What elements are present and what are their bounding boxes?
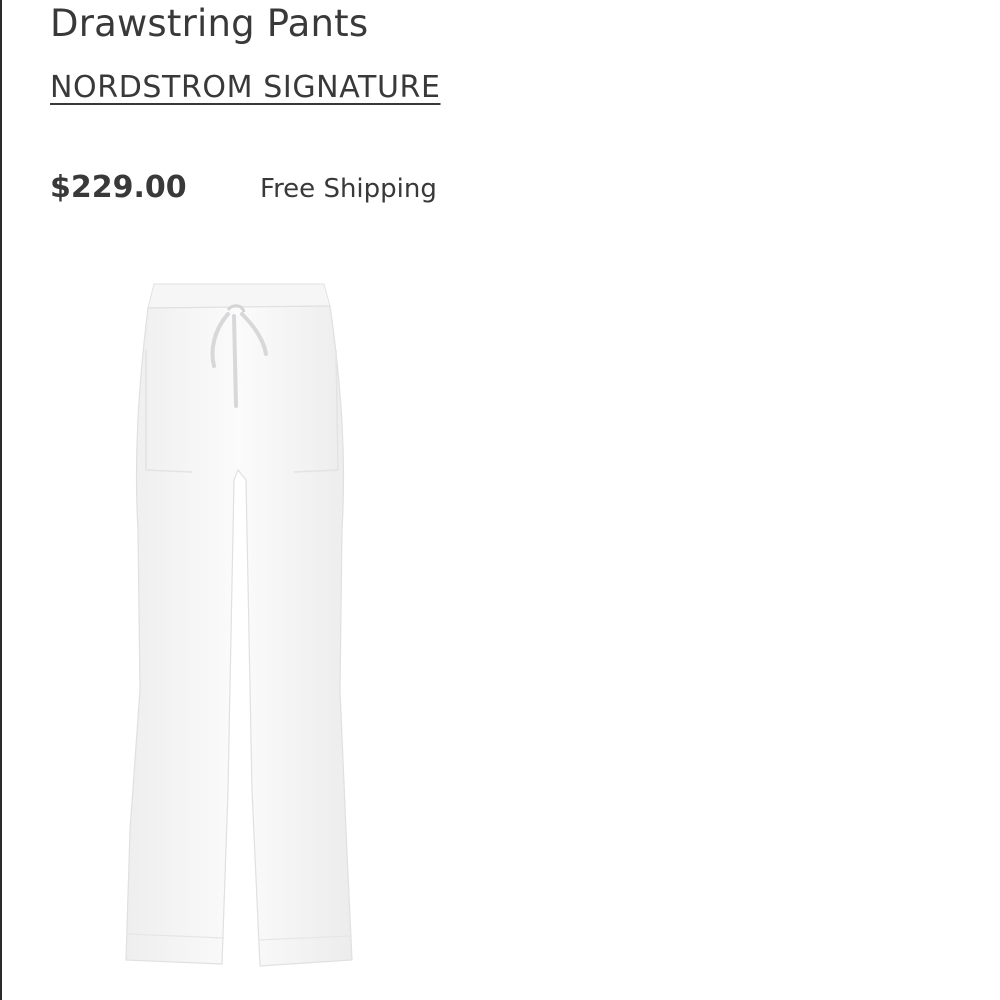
product-title: Drawstring Pants [50, 2, 369, 45]
pants-illustration [125, 283, 353, 967]
shipping-info: Free Shipping [260, 174, 437, 204]
product-price: $229.00 [50, 170, 187, 205]
product-image[interactable] [110, 270, 380, 980]
brand-link[interactable]: NORDSTROM SIGNATURE [50, 70, 441, 105]
screen-edge-divider [0, 0, 2, 1000]
